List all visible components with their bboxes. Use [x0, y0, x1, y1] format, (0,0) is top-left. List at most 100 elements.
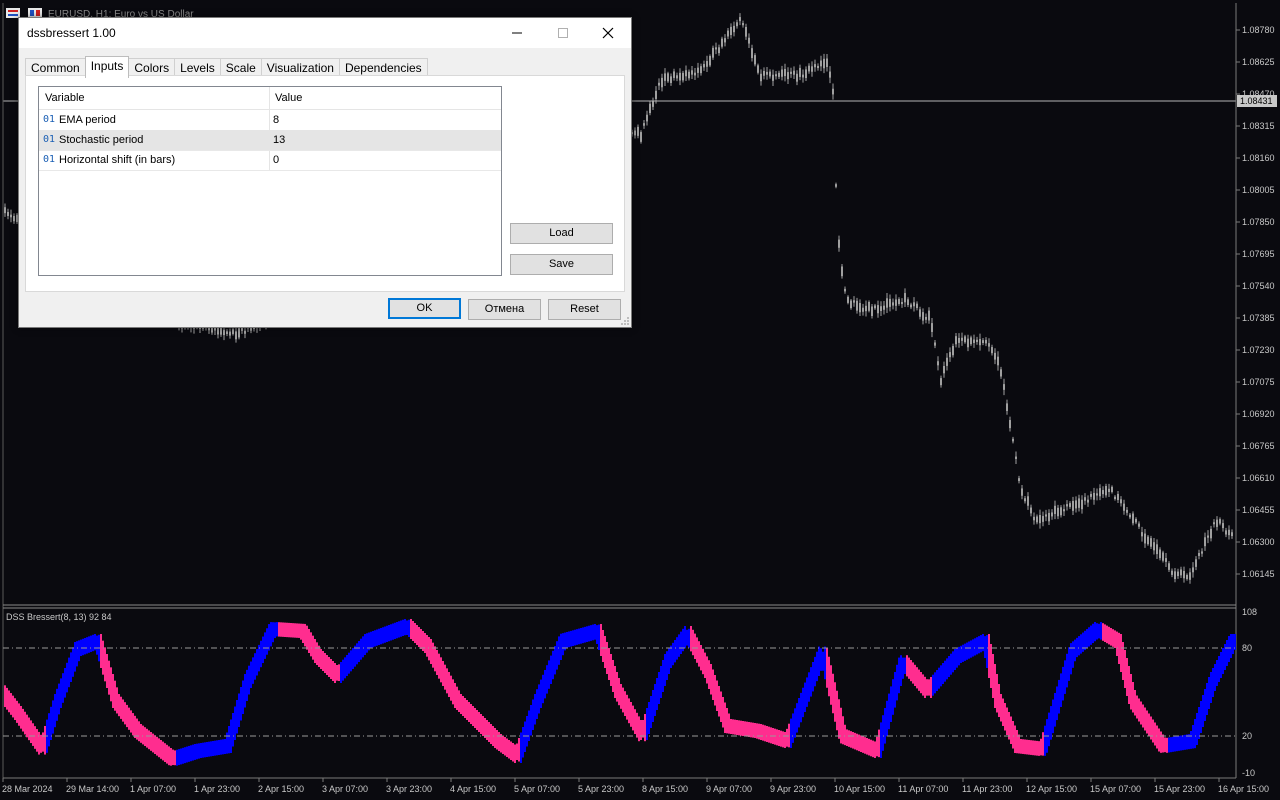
reset-button[interactable]: Reset [548, 299, 621, 320]
param-value[interactable]: 8 [273, 114, 279, 126]
dss-band-segment [196, 743, 198, 760]
param-row-stochastic[interactable]: 01 Stochastic period 13 [39, 130, 501, 151]
minimize-button[interactable] [494, 18, 540, 48]
dss-band-segment [1118, 632, 1120, 664]
dss-band-segment [346, 655, 348, 676]
param-value[interactable]: 0 [273, 154, 279, 166]
dss-band-segment [248, 665, 250, 695]
dialog-titlebar[interactable]: dssbressert 1.00 [19, 18, 631, 48]
dss-band-segment [1202, 695, 1204, 727]
dss-band-segment [178, 749, 180, 766]
dss-band-segment [738, 720, 740, 736]
dss-band-segment [162, 741, 164, 761]
dss-band-segment [982, 634, 984, 652]
dss-band-segment [592, 624, 594, 641]
column-variable[interactable]: Variable [45, 92, 85, 104]
dss-band-segment [644, 714, 646, 742]
dss-band-segment [1126, 658, 1128, 696]
dss-band-segment [1192, 725, 1194, 749]
dss-band-segment [642, 720, 644, 738]
dss-band-segment [548, 660, 550, 689]
dss-band-segment [618, 678, 620, 706]
close-button[interactable] [585, 18, 631, 48]
time-tick-label: 29 Mar 14:00 [66, 784, 119, 794]
dss-band-segment [560, 633, 562, 660]
dss-band-segment [378, 628, 380, 645]
dss-band-segment [1140, 701, 1142, 725]
dss-band-segment [1094, 622, 1096, 642]
dss-band-segment [920, 672, 922, 694]
save-button[interactable]: Save [510, 254, 613, 275]
tab-inputs[interactable]: Inputs [84, 56, 130, 78]
param-row-ema[interactable]: 01 EMA period 8 [39, 110, 501, 131]
dss-band-segment [616, 672, 618, 702]
cancel-button[interactable]: Отмена [468, 299, 541, 320]
dss-band-segment [522, 727, 524, 758]
dss-band-segment [604, 636, 606, 668]
dss-band-segment [150, 732, 152, 751]
dss-band-segment [138, 721, 140, 742]
param-value[interactable]: 13 [273, 134, 285, 146]
dss-band-segment [730, 719, 732, 734]
dss-band-segment [504, 737, 506, 756]
dss-band-segment [654, 684, 656, 716]
dss-band-segment [600, 624, 602, 656]
dss-band-segment [36, 729, 38, 752]
dss-band-segment [394, 622, 396, 639]
dss-band-segment [1112, 629, 1114, 647]
dss-band-segment [326, 655, 328, 675]
inputs-panel: Variable Value 01 EMA period 8 01 Stocha… [25, 75, 625, 292]
dss-band-segment [1222, 648, 1224, 674]
dss-band-segment [124, 702, 126, 725]
dss-band-segment [58, 683, 60, 715]
dss-band-segment [746, 721, 748, 737]
dss-band-segment [572, 630, 574, 646]
dss-band-segment [552, 650, 554, 680]
dss-band-segment [652, 690, 654, 722]
dss-band-segment [294, 623, 296, 638]
dss-band-segment [318, 645, 320, 667]
dss-band-segment [634, 709, 636, 734]
dss-band-segment [280, 622, 282, 637]
dss-band-segment [364, 634, 366, 655]
dss-band-segment [210, 741, 212, 757]
dss-band-segment [694, 633, 696, 659]
maximize-button[interactable] [540, 18, 586, 48]
dss-band-segment [1178, 735, 1180, 751]
dss-band-segment [1114, 630, 1116, 648]
dss-band-segment [602, 630, 604, 662]
dss-band-segment [538, 684, 540, 714]
dss-band-segment [946, 658, 948, 680]
param-row-shift[interactable]: 01 Horizontal shift (in bars) 0 [39, 150, 501, 171]
dss-band-segment [404, 619, 406, 636]
dss-band-segment [228, 726, 230, 754]
dss-band-segment [112, 674, 114, 708]
dss-band-segment [1190, 731, 1192, 749]
time-tick-label: 8 Apr 15:00 [642, 784, 688, 794]
dss-band-segment [820, 648, 822, 671]
dss-band-segment [586, 626, 588, 642]
dss-band-segment [874, 741, 876, 758]
dss-band-segment [794, 708, 796, 738]
resize-grip-icon[interactable] [620, 316, 630, 326]
dss-band-segment [332, 661, 334, 681]
time-tick-label: 16 Apr 15:00 [1218, 784, 1269, 794]
dss-band-segment [14, 698, 16, 720]
column-value[interactable]: Value [275, 92, 302, 104]
dss-band-segment [224, 739, 226, 754]
dss-band-segment [762, 724, 764, 741]
dss-band-segment [120, 696, 122, 719]
dss-band-segment [838, 699, 840, 739]
dss-band-segment [160, 740, 162, 759]
dss-band-segment [1146, 710, 1148, 734]
load-button[interactable]: Load [510, 223, 613, 244]
ok-button[interactable]: OK [388, 298, 461, 319]
dss-band-segment [1206, 683, 1208, 715]
dss-band-segment [390, 624, 392, 641]
dss-band-segment [202, 742, 204, 758]
dss-band-segment [180, 748, 182, 765]
dss-band-segment [748, 722, 750, 737]
dss-band-segment [716, 680, 718, 711]
dialog-title: dssbressert 1.00 [27, 26, 116, 40]
dss-band-segment [90, 635, 92, 652]
